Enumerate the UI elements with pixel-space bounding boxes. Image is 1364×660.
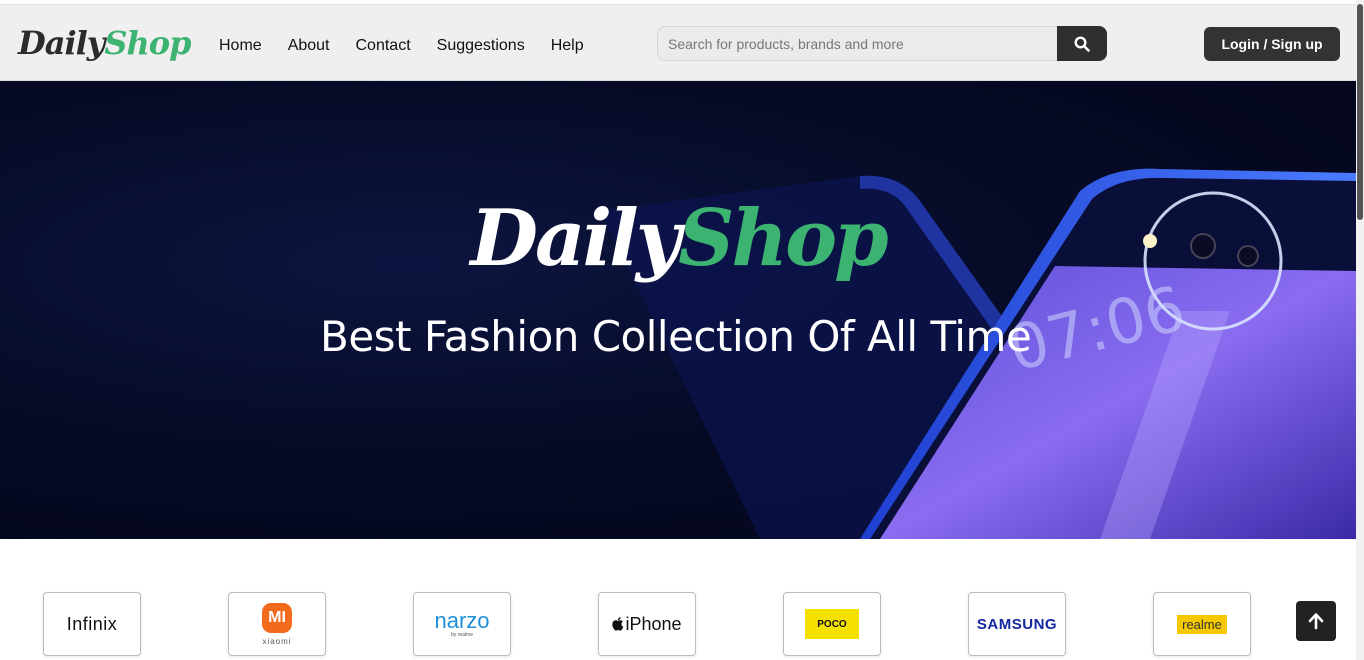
brand-card-iphone[interactable]: iPhone [598,592,696,656]
nav-suggestions[interactable]: Suggestions [437,35,525,57]
brand-card-narzo[interactable]: narzo by realme [413,592,511,656]
site-logo[interactable]: DailyShop [18,23,191,63]
hero-phone-image: 07:06 [600,168,1356,539]
nav-contact[interactable]: Contact [356,35,411,57]
hero-logo: DailyShop [470,193,888,284]
narzo-logo: narzo by realme [434,608,490,639]
infinix-logo: Infinix [66,613,118,634]
brand-card-infinix[interactable]: Infinix [43,592,141,656]
xiaomi-logo: MI xiaomi [262,602,292,646]
login-signup-button[interactable]: Login / Sign up [1204,27,1340,61]
poco-logo: POCO [805,609,859,639]
main-nav: Home About Contact Suggestions Help [219,35,610,57]
navbar: DailyShop Home About Contact Suggestions… [0,4,1356,81]
iphone-logo: iPhone [612,614,682,635]
search-input[interactable] [657,26,1058,61]
scrollbar-thumb[interactable] [1357,4,1363,220]
nav-about[interactable]: About [288,35,330,57]
samsung-logo: SAMSUNG [976,615,1058,633]
search-icon [1074,35,1090,52]
nav-help[interactable]: Help [551,35,584,57]
realme-logo: realme [1177,614,1227,634]
apple-icon [612,616,624,631]
hero-tagline: Best Fashion Collection Of All Time [320,312,1032,361]
brand-card-xiaomi[interactable]: MI xiaomi [228,592,326,656]
brand-card-realme[interactable]: realme [1153,592,1251,656]
scroll-to-top-button[interactable] [1296,601,1336,641]
brand-card-poco[interactable]: POCO [783,592,881,656]
arrow-up-icon [1308,613,1324,630]
brand-strip: Infinix MI xiaomi narzo by realme iPhone… [0,539,1356,660]
search-bar [657,26,1107,61]
brand-card-samsung[interactable]: SAMSUNG [968,592,1066,656]
search-button[interactable] [1057,26,1107,61]
nav-home[interactable]: Home [219,35,262,57]
hero-banner: 07:06 DailyShop Best Fashion Collection … [0,81,1356,539]
